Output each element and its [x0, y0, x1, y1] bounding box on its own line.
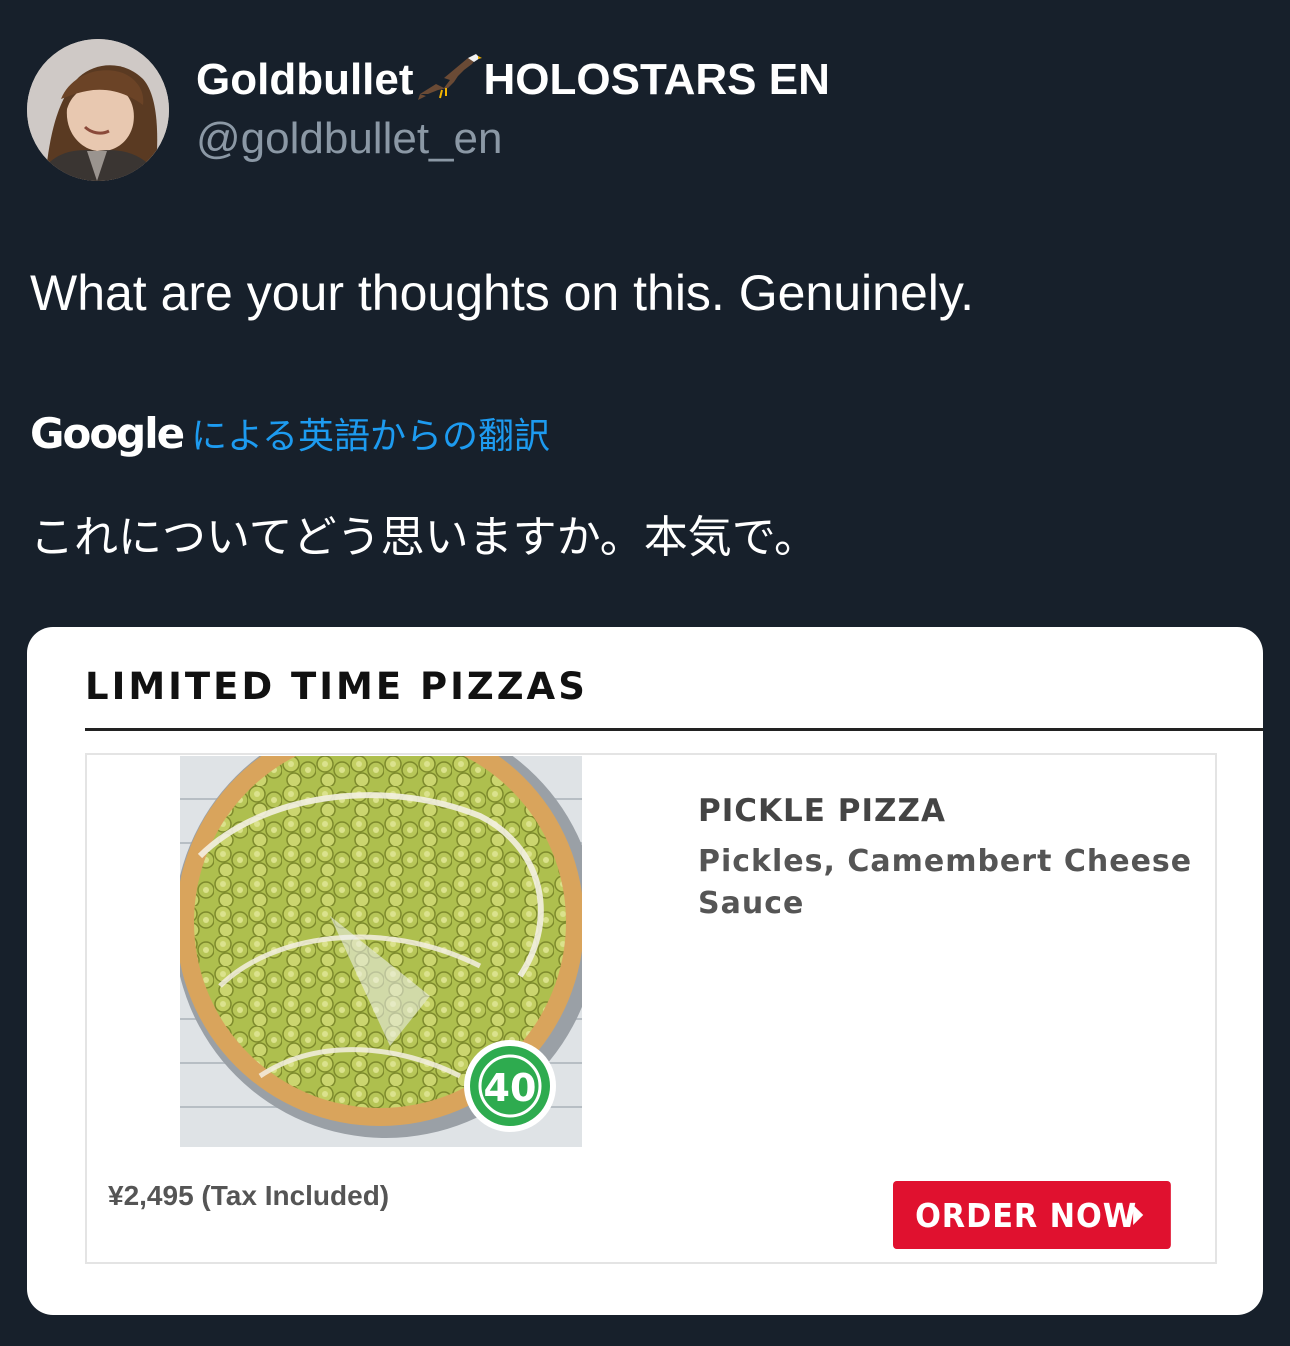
pizza-image: 40: [180, 756, 582, 1147]
product-price: ¥2,495 (Tax Included): [108, 1180, 390, 1211]
avatar[interactable]: [27, 39, 169, 181]
product-name: PICKLE PIZZA: [698, 793, 946, 829]
chevron-right-icon: [1133, 1205, 1144, 1225]
google-logo: Google: [30, 408, 185, 458]
eagle-icon: [416, 54, 482, 100]
translation-link[interactable]: による英語からの翻訳: [191, 407, 550, 459]
card-divider: [85, 728, 1263, 731]
product-card: 40 PICKLE PIZZA Pickles, Camembert Chees…: [85, 753, 1217, 1264]
display-name[interactable]: Goldbullet HOLOSTARS EN: [196, 54, 830, 106]
order-now-button[interactable]: ORDER NOW: [893, 1181, 1171, 1249]
media-card[interactable]: LIMITED TIME PIZZAS 40 PICKLE PIZZA Pick…: [27, 627, 1263, 1315]
translation-attribution: Google による英語からの翻訳: [30, 405, 550, 461]
product-description: Pickles, Camembert Cheese Sauce: [698, 844, 1193, 921]
avatar-image: [27, 39, 169, 181]
user-handle[interactable]: @goldbullet_en: [196, 113, 502, 165]
order-now-label: ORDER NOW: [915, 1195, 1138, 1235]
display-name-text: Goldbullet: [196, 55, 414, 104]
translated-tweet-text: これについてどう思いますか。本気で。: [30, 513, 819, 562]
card-heading: LIMITED TIME PIZZAS: [85, 665, 588, 708]
tweet-text: What are your thoughts on this. Genuinel…: [30, 265, 975, 321]
display-name-suffix: HOLOSTARS EN: [483, 55, 830, 104]
badge-value: 40: [484, 1066, 537, 1110]
